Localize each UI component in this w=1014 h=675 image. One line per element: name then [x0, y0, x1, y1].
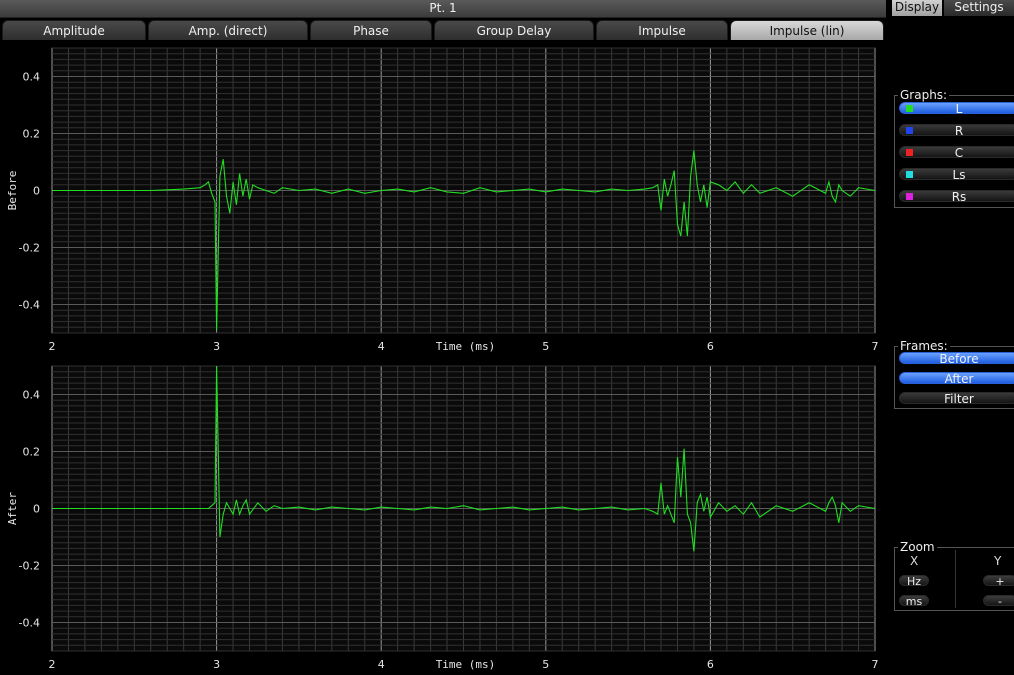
after-chart: 0.4 0.2 0 -0.2 -0.4 2 3 4 5 6 7 Time (ms) After — [6, 365, 879, 671]
tab-impulse-lin[interactable]: Impulse (lin) — [730, 20, 884, 40]
tab-amp-direct[interactable]: Amp. (direct) — [148, 20, 308, 40]
graph-toggle-l[interactable]: L — [899, 102, 1014, 116]
frames-group: Frames: Before After Filter — [894, 339, 1014, 409]
tab-display[interactable]: Display — [892, 0, 942, 16]
side-tabs: Display Settings — [889, 0, 1014, 16]
side-panel: Display Settings Graphs: L R C Ls Rs Fra… — [889, 0, 1014, 675]
graphs-group: Graphs: L R C Ls Rs — [894, 88, 1014, 208]
after-plot[interactable]: 0.4 0.2 0 -0.2 -0.4 2 3 4 5 6 7 Time (ms) After — [0, 362, 887, 675]
y-tick-label: 0.4 — [23, 71, 41, 84]
x-tick-label: 5 — [542, 340, 549, 353]
x-tick-label: 7 — [872, 340, 879, 353]
y-tick-label: -0.2 — [19, 242, 40, 255]
graph-toggle-r[interactable]: R — [899, 124, 1014, 138]
graph-toggle-label: C — [954, 146, 964, 160]
frame-toggle-filter[interactable]: Filter — [899, 392, 1014, 405]
zoom-y-label: Y — [994, 554, 1002, 568]
frames-title: Frames: — [898, 339, 950, 353]
graph-color-swatch — [906, 149, 913, 156]
x-tick-label: 6 — [707, 340, 714, 353]
x-tick-label: 4 — [378, 340, 385, 353]
y-tick-label: -0.2 — [19, 560, 40, 573]
zoom-divider — [955, 550, 956, 608]
y-tick-label: 0.2 — [23, 128, 41, 141]
y-axis-label: Before — [6, 171, 19, 211]
x-tick-label: 6 — [707, 658, 714, 671]
graph-toggle-label: L — [955, 102, 963, 116]
zoom-group: Zoom X Y Hz ms + - — [894, 540, 1014, 611]
graph-color-swatch — [906, 105, 913, 112]
y-axis-label: After — [6, 492, 19, 525]
zoom-x-label: X — [910, 554, 919, 568]
x-tick-label: 3 — [213, 340, 220, 353]
tab-amplitude[interactable]: Amplitude — [2, 20, 146, 40]
y-tick-label: -0.4 — [19, 299, 40, 312]
x-tick-label: 3 — [213, 658, 220, 671]
x-tick-label: 4 — [378, 658, 385, 671]
x-tick-label: 2 — [49, 340, 56, 353]
graph-toggle-ls[interactable]: Ls — [899, 168, 1014, 182]
x-tick-label: 5 — [542, 658, 549, 671]
tab-settings[interactable]: Settings — [944, 0, 1014, 16]
y-tick-label: 0 — [33, 185, 40, 198]
graph-color-swatch — [906, 171, 913, 178]
graph-color-swatch — [906, 193, 913, 200]
x-axis-label: Time (ms) — [436, 658, 496, 671]
zoom-y-minus-button[interactable]: - — [983, 595, 1014, 607]
before-plot[interactable]: 0.4 0.2 0 -0.2 -0.4 2 3 4 5 6 7 Time (ms) Before — [0, 42, 887, 360]
x-tick-label: 7 — [872, 658, 879, 671]
window-title: Pt. 1 — [0, 0, 886, 18]
graph-toggle-label: R — [954, 124, 964, 138]
zoom-x-hz-button[interactable]: Hz — [899, 575, 929, 587]
frame-toggle-after[interactable]: After — [899, 372, 1014, 385]
zoom-x-ms-button[interactable]: ms — [899, 595, 929, 607]
before-chart: 0.4 0.2 0 -0.2 -0.4 2 3 4 5 6 7 Time (ms) Before — [6, 47, 879, 353]
y-tick-label: 0 — [33, 503, 40, 516]
frame-toggle-before[interactable]: Before — [899, 352, 1014, 365]
zoom-title: Zoom — [898, 540, 937, 554]
x-axis-label: Time (ms) — [436, 340, 496, 353]
x-tick-label: 2 — [49, 658, 56, 671]
tab-impulse[interactable]: Impulse — [596, 20, 728, 40]
tab-phase[interactable]: Phase — [310, 20, 432, 40]
graph-toggle-rs[interactable]: Rs — [899, 190, 1014, 204]
view-tabs: Amplitude Amp. (direct) Phase Group Dela… — [0, 20, 886, 42]
graph-toggle-label: Rs — [951, 190, 967, 204]
y-tick-label: 0.2 — [23, 446, 41, 459]
y-tick-label: -0.4 — [19, 617, 40, 630]
zoom-y-plus-button[interactable]: + — [983, 575, 1014, 587]
graphs-title: Graphs: — [898, 88, 950, 102]
tab-group-delay[interactable]: Group Delay — [434, 20, 594, 40]
graph-color-swatch — [906, 127, 913, 134]
graph-toggle-label: Ls — [952, 168, 966, 182]
graph-toggle-c[interactable]: C — [899, 146, 1014, 160]
y-tick-label: 0.4 — [23, 389, 41, 402]
